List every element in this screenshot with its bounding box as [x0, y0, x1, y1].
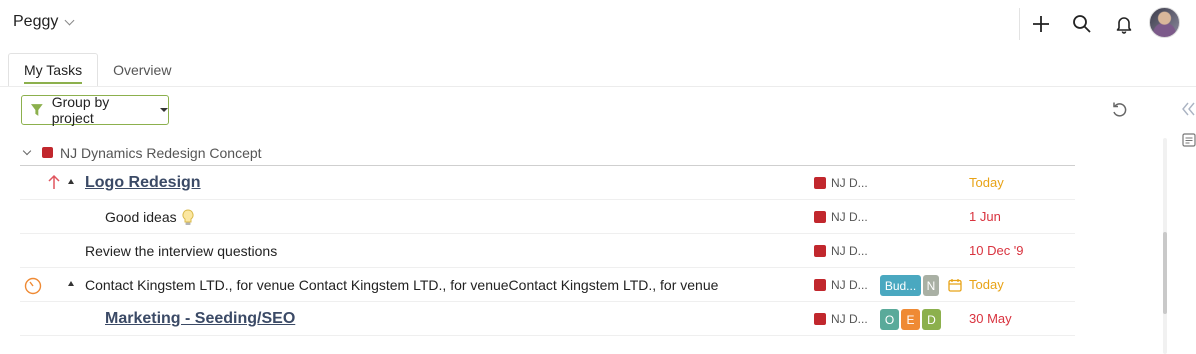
- task-row[interactable]: Contact Kingstem LTD., for venue Contact…: [20, 268, 1075, 302]
- caret-down-icon: [160, 108, 168, 112]
- task-project[interactable]: NJ D...: [814, 200, 868, 234]
- search-icon: [1073, 15, 1091, 33]
- refresh-button[interactable]: [1110, 100, 1130, 120]
- task-row[interactable]: Logo Redesign NJ D... Today: [20, 166, 1075, 200]
- tag[interactable]: O: [880, 309, 899, 330]
- task-project[interactable]: NJ D...: [814, 166, 868, 200]
- task-project[interactable]: NJ D...: [814, 234, 868, 268]
- task-row[interactable]: Marketing - Seeding/SEO NJ D... O E D 30…: [20, 302, 1075, 336]
- notes-icon: [1182, 133, 1196, 147]
- tag[interactable]: D: [922, 309, 941, 330]
- project-color-square: [814, 211, 826, 223]
- project-color-square: [814, 313, 826, 325]
- task-row[interactable]: Review the interview questions NJ D... 1…: [20, 234, 1075, 268]
- tab-overview[interactable]: Overview: [98, 53, 186, 87]
- top-bar: Peggy: [0, 0, 1196, 48]
- lightbulb-icon: [182, 209, 194, 226]
- task-project-label: NJ D...: [831, 244, 868, 258]
- group-by-label: Group by project: [51, 94, 110, 126]
- task-title-wrap[interactable]: Good ideas: [105, 200, 194, 234]
- chevron-down-icon: [64, 15, 75, 25]
- tab-label: Overview: [113, 62, 172, 78]
- task-row[interactable]: Good ideas NJ D... 1 Jun: [20, 200, 1075, 234]
- divider: [1019, 8, 1020, 40]
- task-project-label: NJ D...: [831, 312, 868, 326]
- search-button[interactable]: [1068, 10, 1096, 38]
- tag[interactable]: N: [923, 275, 939, 296]
- tab-label: My Tasks: [24, 62, 83, 78]
- tabs-divider: [0, 86, 1196, 87]
- scrollbar-thumb[interactable]: [1163, 232, 1167, 314]
- arrow-up-icon: [48, 174, 60, 189]
- user-switcher[interactable]: Peggy: [13, 13, 75, 31]
- task-title[interactable]: Contact Kingstem LTD., for venue Contact…: [85, 268, 718, 302]
- task-project-label: NJ D...: [831, 210, 868, 224]
- refresh-icon: [1113, 102, 1127, 117]
- task-due-date[interactable]: 1 Jun: [969, 200, 1001, 234]
- task-title[interactable]: Marketing - Seeding/SEO: [105, 302, 295, 336]
- task-due-date[interactable]: Today: [969, 166, 1004, 200]
- filter-icon: [30, 104, 43, 116]
- group-by-dropdown[interactable]: Group by project: [21, 94, 169, 126]
- project-color-square: [814, 279, 826, 291]
- task-due-date[interactable]: 10 Dec '9: [969, 234, 1024, 268]
- add-button[interactable]: [1027, 10, 1055, 38]
- task-due-date[interactable]: 30 May: [969, 302, 1012, 336]
- expand-toggle[interactable]: [68, 179, 74, 184]
- tag[interactable]: E: [901, 309, 920, 330]
- project-color-square: [814, 177, 826, 189]
- double-chevron-left-icon: [1182, 102, 1195, 116]
- task-title[interactable]: Logo Redesign: [85, 166, 201, 200]
- task-tags: Bud... N: [880, 275, 939, 296]
- project-color-square: [42, 147, 53, 158]
- collapse-panel-button[interactable]: [1180, 101, 1196, 117]
- bell-icon: [1116, 17, 1132, 34]
- project-group-header[interactable]: NJ Dynamics Redesign Concept: [20, 140, 1075, 166]
- avatar[interactable]: [1149, 7, 1180, 38]
- user-name: Peggy: [13, 13, 59, 30]
- notes-button[interactable]: [1182, 133, 1196, 147]
- expand-toggle[interactable]: [68, 281, 74, 286]
- timer-icon[interactable]: [24, 277, 42, 295]
- chevron-down-icon[interactable]: [22, 146, 32, 155]
- active-tab-indicator: [24, 82, 83, 84]
- project-group-title: NJ Dynamics Redesign Concept: [60, 144, 262, 161]
- task-tags: O E D: [880, 309, 941, 330]
- notifications-button[interactable]: [1110, 10, 1138, 38]
- task-project[interactable]: NJ D...: [814, 268, 868, 302]
- task-project-label: NJ D...: [831, 176, 868, 190]
- plus-icon: [1033, 16, 1049, 32]
- calendar-icon: [948, 279, 962, 292]
- tab-bar: My Tasks Overview: [8, 53, 186, 87]
- task-title[interactable]: Review the interview questions: [85, 234, 277, 268]
- task-project-label: NJ D...: [831, 278, 868, 292]
- task-due-date[interactable]: Today: [969, 268, 1004, 302]
- project-color-square: [814, 245, 826, 257]
- tag[interactable]: Bud...: [880, 275, 921, 296]
- task-project[interactable]: NJ D...: [814, 302, 868, 336]
- tab-my-tasks[interactable]: My Tasks: [8, 53, 99, 87]
- task-title: Good ideas: [105, 209, 177, 225]
